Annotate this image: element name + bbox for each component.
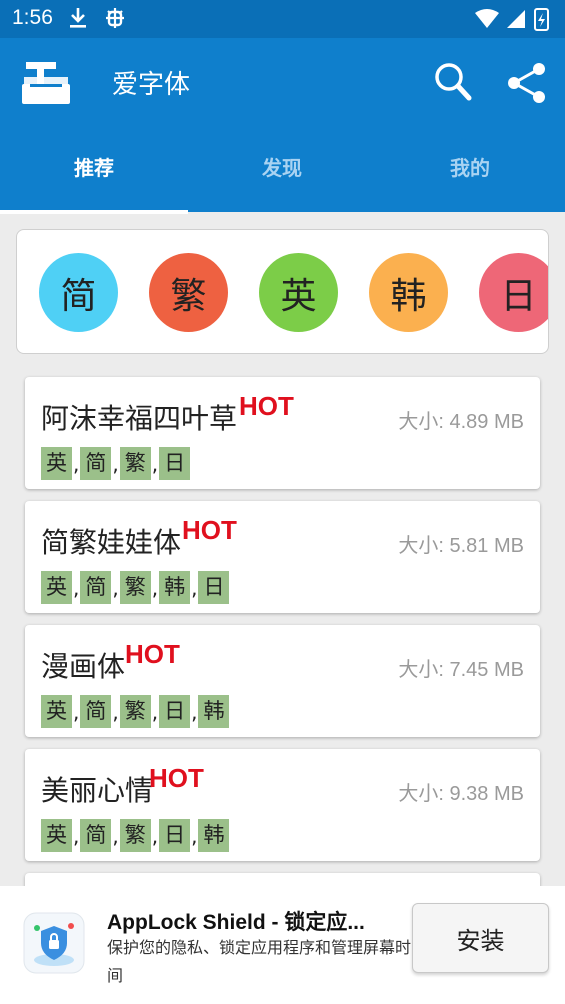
- language-tags: 英, 简, 繁, 日, 韩: [41, 695, 230, 728]
- status-bar: 1:56: [0, 0, 565, 38]
- language-simplified[interactable]: 简: [39, 253, 118, 332]
- language-tag: 英: [41, 571, 72, 604]
- language-tag: 日: [198, 571, 230, 604]
- tag-separator: ,: [191, 575, 198, 600]
- font-list-item[interactable]: 漫画体 HOT 大小: 7.45 MB 英, 简, 繁, 日, 韩: [25, 625, 540, 737]
- app-bar: 爱字体 推荐 发现 我的: [0, 38, 565, 214]
- language-traditional[interactable]: 繁: [149, 253, 228, 332]
- language-tag: 韩: [198, 695, 230, 728]
- language-tag: 英: [41, 819, 72, 852]
- hot-badge: HOT: [125, 639, 180, 669]
- language-tag: 简: [80, 695, 112, 728]
- language-tag: 日: [159, 819, 191, 852]
- font-name: 简繁娃娃体: [41, 526, 182, 559]
- font-name: 阿沫幸福四叶草: [41, 402, 238, 435]
- language-tag: 繁: [119, 571, 151, 604]
- tag-separator: ,: [191, 699, 198, 724]
- search-icon[interactable]: [434, 62, 472, 102]
- tag-separator: ,: [151, 575, 159, 600]
- install-button[interactable]: 安装: [412, 903, 549, 973]
- tag-separator: ,: [191, 823, 198, 848]
- font-list-item[interactable]: 简繁娃娃体 HOT 大小: 5.81 MB 英, 简, 繁, 韩, 日: [25, 501, 540, 613]
- language-tag: 日: [159, 447, 191, 480]
- font-size-label: 大小: 4.89 MB: [398, 411, 524, 433]
- language-korean[interactable]: 韩: [369, 253, 448, 332]
- language-tag: 英: [41, 695, 72, 728]
- app-title: 爱字体: [112, 70, 191, 100]
- language-filter-card: 简 繁 英 韩 日: [16, 229, 549, 354]
- tab-mine[interactable]: 我的: [376, 152, 564, 181]
- language-tag: 韩: [159, 571, 191, 604]
- language-tag: 英: [41, 447, 72, 480]
- font-list-item[interactable]: 阿沫幸福四叶草 HOT 大小: 4.89 MB 英, 简, 繁, 日: [25, 377, 540, 489]
- hot-badge: HOT: [149, 763, 204, 793]
- ad-title: AppLock Shield - 锁定应...: [107, 911, 365, 934]
- tag-separator: ,: [151, 699, 159, 724]
- tab-bar: 推荐 发现 我的: [0, 142, 565, 214]
- language-japanese[interactable]: 日: [479, 253, 548, 332]
- font-size-label: 大小: 7.45 MB: [398, 659, 524, 681]
- share-icon[interactable]: [506, 62, 548, 104]
- language-tag: 韩: [198, 819, 230, 852]
- font-name: 漫画体: [41, 650, 126, 683]
- app-shield-icon: [23, 912, 85, 974]
- font-name: 美丽心情: [41, 774, 154, 807]
- language-tags: 英, 简, 繁, 韩, 日: [41, 571, 230, 604]
- tag-separator: ,: [73, 823, 80, 848]
- tag-separator: ,: [112, 699, 119, 724]
- tag-separator: ,: [73, 575, 80, 600]
- language-tag: 繁: [119, 447, 151, 480]
- tag-separator: ,: [73, 451, 80, 476]
- font-size-label: 大小: 9.38 MB: [398, 783, 524, 805]
- hot-badge: HOT: [182, 515, 237, 545]
- language-tags: 英, 简, 繁, 日, 韩: [41, 819, 230, 852]
- tag-separator: ,: [112, 451, 119, 476]
- language-english[interactable]: 英: [259, 253, 338, 332]
- language-tag: 日: [159, 695, 191, 728]
- tag-separator: ,: [112, 823, 119, 848]
- ad-banner[interactable]: AppLock Shield - 锁定应... 保护您的隐私、锁定应用程序和管理…: [0, 886, 565, 1004]
- download-icon: [68, 6, 88, 36]
- ad-description: 保护您的隐私、锁定应用程序和管理屏幕时间: [107, 938, 412, 985]
- language-tag: 繁: [119, 695, 151, 728]
- system-status-icons: [475, 8, 549, 31]
- tag-separator: ,: [73, 699, 80, 724]
- tab-indicator: [0, 210, 188, 214]
- font-size-label: 大小: 5.81 MB: [398, 535, 524, 557]
- status-time: 1:56: [12, 6, 53, 29]
- tab-discover[interactable]: 发现: [188, 152, 376, 181]
- font-list-item[interactable]: 美丽心情 HOT 大小: 9.38 MB 英, 简, 繁, 日, 韩: [25, 749, 540, 861]
- tab-recommended[interactable]: 推荐: [0, 152, 188, 181]
- language-tags: 英, 简, 繁, 日: [41, 447, 191, 480]
- tag-separator: ,: [112, 575, 119, 600]
- language-tag: 简: [80, 819, 112, 852]
- hot-badge: HOT: [239, 391, 294, 421]
- app-logo-icon: [22, 60, 70, 106]
- bug-icon: [103, 6, 127, 35]
- tag-separator: ,: [151, 451, 159, 476]
- language-tag: 繁: [119, 819, 151, 852]
- tag-separator: ,: [151, 823, 159, 848]
- language-tag: 简: [80, 571, 112, 604]
- language-tag: 简: [80, 447, 112, 480]
